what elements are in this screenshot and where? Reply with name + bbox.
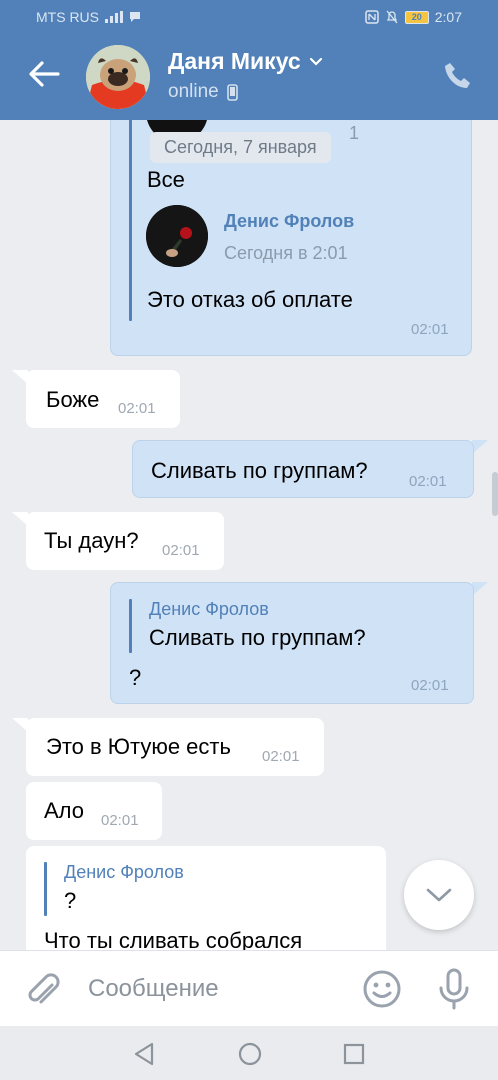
emoji-button[interactable] (362, 969, 402, 1009)
quoted-message-text: Сливать по группам? (149, 625, 366, 650)
app-header: MTS RUS 20 2:07 Даня Микус online (0, 0, 498, 120)
quoted-message-text: ? (64, 888, 77, 913)
nav-back-button[interactable] (130, 1040, 158, 1068)
phone-icon (445, 63, 470, 88)
square-recents-icon (343, 1043, 365, 1065)
clock: 2:07 (434, 9, 462, 25)
quoted-message-text: Это отказ об оплате (147, 287, 353, 312)
message-time: 02:01 (411, 677, 449, 694)
scroll-down-button[interactable] (404, 860, 474, 930)
message-time: 02:01 (409, 473, 447, 490)
back-button[interactable] (24, 54, 64, 94)
status-right: 20 2:07 (365, 9, 462, 25)
message-text: Ты даун? (44, 528, 139, 553)
chat-header: Даня Микус online (0, 34, 498, 120)
voice-message-button[interactable] (436, 967, 472, 1011)
quote-avatar (146, 205, 208, 267)
paperclip-icon (28, 973, 60, 1004)
message-input[interactable] (88, 969, 348, 1009)
message-text: Что ты сливать собрался (44, 928, 303, 950)
message-incoming[interactable]: Ало 02:01 (26, 782, 162, 840)
scrollbar-thumb[interactable] (492, 472, 498, 516)
message-text: Сливать по группам? (151, 458, 368, 483)
mobile-icon (226, 83, 238, 101)
quote-date: Сегодня в 2:01 (224, 243, 348, 263)
message-time: 02:01 (101, 812, 139, 829)
message-time: 02:01 (262, 748, 300, 765)
message-time: 02:01 (118, 400, 156, 417)
message-incoming[interactable]: Это в Ютуюе есть 02:01 (26, 718, 324, 776)
chat-bubble-icon (130, 12, 140, 22)
quote-bar (129, 120, 132, 321)
signal-icon (105, 11, 123, 23)
quote-author[interactable]: Денис Фролов (149, 599, 269, 620)
message-text: Это в Ютуюе есть (46, 734, 231, 759)
chevron-down-icon (426, 888, 452, 902)
triangle-back-icon (134, 1042, 154, 1066)
bubble-tail (472, 582, 488, 596)
microphone-icon (439, 968, 469, 1010)
message-incoming[interactable]: Ты даун? 02:01 (26, 512, 224, 570)
date-pill: Сегодня, 7 января (150, 132, 331, 163)
battery-icon: 20 (404, 10, 429, 24)
message-composer (0, 950, 498, 1026)
message-text: ? (129, 665, 142, 690)
nfc-icon (365, 10, 379, 24)
message-incoming-reply[interactable]: Денис Фролов ? Что ты сливать собрался (26, 846, 386, 950)
message-incoming[interactable]: Боже 02:01 (26, 370, 180, 428)
arrow-left-icon (29, 61, 60, 87)
contact-status: online (168, 81, 219, 102)
nav-recents-button[interactable] (340, 1040, 368, 1068)
bubble-tail (472, 440, 488, 454)
system-nav-bar (0, 1026, 498, 1080)
quote-author[interactable]: Денис Фролов (224, 211, 354, 232)
attach-button[interactable] (24, 971, 64, 1011)
avatar-image (86, 45, 150, 109)
message-outgoing-reply[interactable]: Денис Фролов Сливать по группам? ? 02:01 (110, 582, 474, 704)
contact-name: Даня Микус (168, 48, 301, 74)
smile-icon (363, 970, 401, 1008)
partial-time: 1 (349, 123, 360, 143)
quote-bar (44, 862, 47, 916)
message-time: 02:01 (162, 542, 200, 559)
carrier-label: MTS RUS (36, 9, 99, 25)
contact-name-row: Даня Микус (168, 48, 323, 75)
message-outgoing[interactable]: Сливать по группам? 02:01 (132, 440, 474, 498)
nav-home-button[interactable] (236, 1040, 264, 1068)
circle-home-icon (238, 1042, 262, 1066)
call-button[interactable] (442, 60, 474, 92)
status-left: MTS RUS (36, 9, 141, 25)
message-time: 02:01 (411, 321, 449, 338)
message-text: Боже (46, 387, 100, 412)
mute-bell-icon (386, 10, 398, 24)
contact-info[interactable]: Даня Микус online (168, 48, 323, 103)
status-bar: MTS RUS 20 2:07 (0, 0, 498, 34)
message-text: Все (147, 167, 185, 192)
chevron-down-icon (309, 57, 322, 66)
quote-author[interactable]: Денис Фролов (64, 862, 184, 883)
contact-status-row: online (168, 81, 323, 103)
contact-avatar[interactable] (86, 45, 150, 109)
message-text: Ало (44, 798, 84, 823)
message-list[interactable]: 1 Все Денис Фролов Сегодня в 2:01 Это от… (0, 120, 498, 950)
quote-bar (129, 599, 132, 653)
